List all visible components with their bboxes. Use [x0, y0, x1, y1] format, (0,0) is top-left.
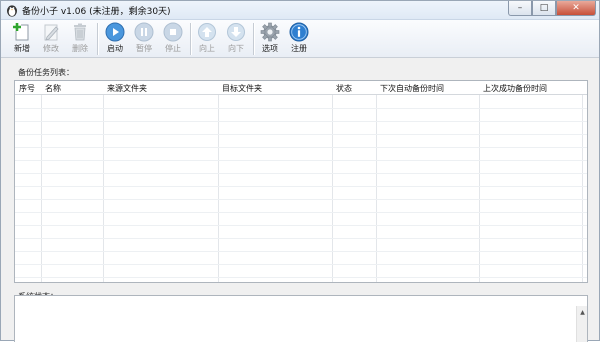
task-list-label: 备份任务列表： — [18, 68, 74, 77]
table-header: 序号 名称 来源文件夹 目标文件夹 状态 下次自动备份时间 上次成功备份时间 — [15, 81, 587, 95]
column-divider — [582, 81, 583, 282]
move-up-label: 向上 — [199, 44, 215, 53]
start-label: 启动 — [107, 44, 123, 53]
toolbar-separator — [253, 23, 254, 55]
toolbar: 新增 修改 删除 启动 暂停 停止 向上 向下 选项 注册 — [1, 20, 599, 58]
info-icon — [289, 22, 309, 42]
column-header-name[interactable]: 名称 — [45, 83, 61, 94]
pause-button[interactable]: 暂停 — [130, 21, 158, 57]
row-line — [15, 238, 587, 239]
options-label: 选项 — [262, 44, 278, 53]
column-header-last-backup-time[interactable]: 上次成功备份时间 — [483, 83, 547, 94]
column-divider — [332, 81, 333, 282]
start-button[interactable]: 启动 — [101, 21, 129, 57]
delete-label: 删除 — [72, 44, 88, 53]
column-divider — [376, 81, 377, 282]
row-line — [15, 173, 587, 174]
window-title: 备份小子 v1.06 (未注册，剩余30天) — [22, 7, 171, 17]
minimize-button[interactable]: – — [508, 1, 532, 16]
new-label: 新增 — [14, 44, 30, 53]
stop-icon — [163, 22, 183, 42]
move-up-button[interactable]: 向上 — [193, 21, 221, 57]
title-bar[interactable]: 备份小子 v1.06 (未注册，剩余30天) – □ ✕ — [1, 1, 599, 20]
row-line — [15, 225, 587, 226]
close-button[interactable]: ✕ — [556, 1, 596, 16]
row-line — [15, 212, 587, 213]
row-line — [15, 199, 587, 200]
move-down-button[interactable]: 向下 — [222, 21, 250, 57]
stop-button[interactable]: 停止 — [159, 21, 187, 57]
row-line — [15, 121, 587, 122]
row-line — [15, 134, 587, 135]
trash-icon — [74, 23, 86, 41]
column-divider — [479, 81, 480, 282]
add-document-icon — [13, 23, 29, 41]
move-down-label: 向下 — [228, 44, 244, 53]
row-line — [15, 147, 587, 148]
register-button[interactable]: 注册 — [285, 21, 313, 57]
arrow-down-icon — [227, 23, 245, 41]
column-header-next-backup-time[interactable]: 下次自动备份时间 — [380, 83, 444, 94]
app-logo-icon — [7, 5, 17, 17]
edit-pencil-icon — [44, 24, 59, 41]
column-divider — [218, 81, 219, 282]
pause-icon — [134, 22, 154, 42]
register-label: 注册 — [291, 44, 307, 53]
column-divider — [103, 81, 104, 282]
row-line — [15, 186, 587, 187]
options-button[interactable]: 选项 — [256, 21, 284, 57]
row-line — [15, 108, 587, 109]
edit-label: 修改 — [43, 44, 59, 53]
window-controls: – □ ✕ — [508, 1, 596, 19]
task-list-table[interactable]: 序号 名称 来源文件夹 目标文件夹 状态 下次自动备份时间 上次成功备份时间 — [14, 80, 588, 283]
toolbar-separator — [97, 23, 98, 55]
new-button[interactable]: 新增 — [8, 21, 36, 57]
status-scrollbar[interactable]: ▲ — [576, 306, 587, 342]
column-header-status[interactable]: 状态 — [336, 83, 352, 94]
edit-button[interactable]: 修改 — [37, 21, 65, 57]
play-icon — [105, 22, 125, 42]
row-line — [15, 160, 587, 161]
column-header-source-folder[interactable]: 来源文件夹 — [107, 83, 147, 94]
row-line — [15, 264, 587, 265]
column-header-index[interactable]: 序号 — [19, 83, 35, 94]
column-header-target-folder[interactable]: 目标文件夹 — [222, 83, 262, 94]
delete-button[interactable]: 删除 — [66, 21, 94, 57]
app-window: 备份小子 v1.06 (未注册，剩余30天) – □ ✕ 新增 修改 删除 启动… — [0, 0, 600, 342]
row-line — [15, 277, 587, 278]
arrow-up-icon — [198, 23, 216, 41]
toolbar-separator — [190, 23, 191, 55]
stop-label: 停止 — [165, 44, 181, 53]
scroll-up-icon[interactable]: ▲ — [578, 308, 587, 317]
row-line — [15, 251, 587, 252]
column-divider — [41, 81, 42, 282]
maximize-button[interactable]: □ — [532, 1, 556, 16]
pause-label: 暂停 — [136, 44, 152, 53]
system-status-log[interactable]: ▲ — [14, 295, 588, 342]
gear-icon — [260, 22, 280, 42]
